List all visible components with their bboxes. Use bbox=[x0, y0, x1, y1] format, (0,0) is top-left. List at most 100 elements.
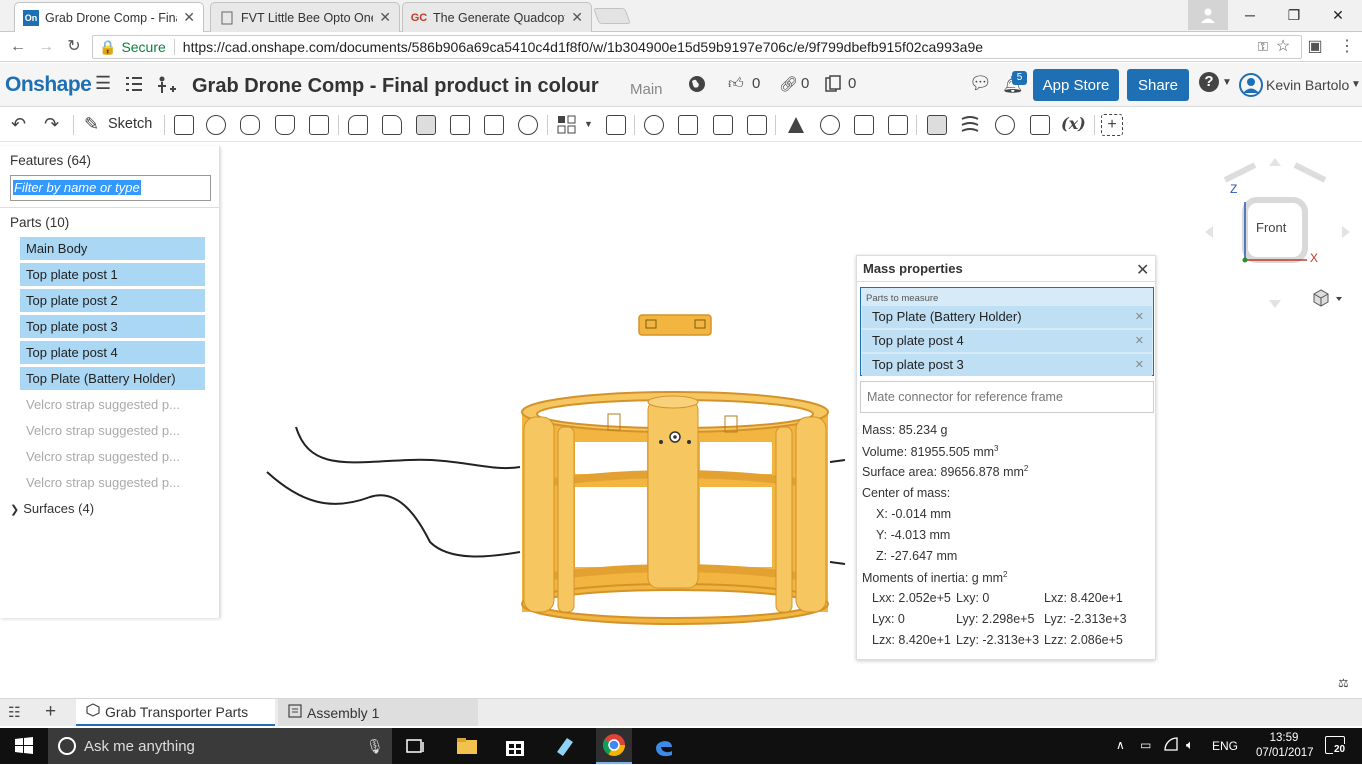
url-field[interactable]: 🔒 Secure https://cad.onshape.com/documen… bbox=[92, 35, 1302, 59]
parts-to-measure-field[interactable]: Parts to measure Top Plate (Battery Hold… bbox=[860, 287, 1154, 376]
branch-label[interactable]: Main bbox=[630, 81, 663, 98]
cortana-search-box[interactable]: Ask me anything 🎙︎ bbox=[48, 728, 392, 764]
chamfer-tool-icon[interactable] bbox=[382, 115, 402, 135]
browser-tab-fvt[interactable]: FVT Little Bee Opto One ✕ bbox=[210, 2, 400, 32]
onshape-logo[interactable]: Onshape bbox=[5, 73, 92, 97]
delete-face-tool-icon[interactable] bbox=[820, 115, 840, 135]
user-chevron-down-icon[interactable]: ▼ bbox=[1351, 79, 1361, 90]
delete-part-tool-icon[interactable] bbox=[747, 115, 767, 135]
measured-part-item[interactable]: Top plate post 3 ✕ bbox=[862, 354, 1152, 376]
chrome-menu-icon[interactable]: ⋮ bbox=[1336, 37, 1358, 57]
clock[interactable]: 13:59 07/01/2017 bbox=[1256, 731, 1314, 761]
close-tab-icon[interactable]: ✕ bbox=[183, 9, 195, 26]
redo-icon[interactable]: ↷ bbox=[44, 114, 59, 135]
close-tab-icon[interactable]: ✕ bbox=[379, 9, 391, 26]
view-cube[interactable]: Front Z X bbox=[1195, 150, 1360, 315]
windows-start-icon[interactable] bbox=[12, 734, 36, 758]
part-item[interactable]: Velcro strap suggested p... bbox=[20, 393, 205, 416]
modify-fillet-tool-icon[interactable] bbox=[786, 115, 806, 135]
helix-tool-icon[interactable] bbox=[960, 115, 980, 135]
thicken-tool-icon[interactable] bbox=[309, 115, 329, 135]
feature-list-icon[interactable] bbox=[124, 75, 144, 97]
document-title[interactable]: Grab Drone Comp - Final product in colou… bbox=[192, 75, 599, 98]
pattern-tool-icon[interactable] bbox=[557, 115, 577, 138]
plane-tool-icon[interactable] bbox=[927, 115, 947, 135]
filter-input[interactable]: Filter by name or type bbox=[10, 175, 211, 201]
remove-part-icon[interactable]: ✕ bbox=[1135, 306, 1144, 328]
restore-icon[interactable]: ❐ bbox=[1272, 0, 1316, 30]
copy-icon[interactable] bbox=[825, 75, 841, 97]
graphics-viewport[interactable] bbox=[220, 142, 1362, 698]
globe-icon[interactable] bbox=[688, 75, 706, 98]
tab-list-icon[interactable]: ☷ bbox=[8, 704, 21, 721]
part-item[interactable]: Top plate post 3 bbox=[20, 315, 205, 338]
avatar[interactable] bbox=[1239, 73, 1263, 101]
browser-tab-onshape[interactable]: On Grab Drone Comp - Fina ✕ bbox=[14, 2, 204, 32]
battery-icon[interactable]: ▭ bbox=[1140, 738, 1151, 752]
app-icon[interactable] bbox=[553, 734, 577, 758]
file-explorer-icon[interactable] bbox=[455, 734, 479, 758]
rib-tool-icon[interactable] bbox=[450, 115, 470, 135]
microphone-icon[interactable]: 🎙︎ bbox=[366, 738, 384, 755]
replace-face-tool-icon[interactable] bbox=[888, 115, 908, 135]
task-view-icon[interactable] bbox=[404, 734, 428, 758]
browser-tab-generate[interactable]: GC The Generate Quadcopte ✕ bbox=[402, 2, 592, 32]
measured-part-item[interactable]: Top plate post 4 ✕ bbox=[862, 330, 1152, 352]
app-store-button[interactable]: App Store bbox=[1033, 69, 1119, 101]
like-icon[interactable]: 👍︎ bbox=[728, 75, 744, 93]
insert-icon[interactable] bbox=[157, 75, 177, 99]
close-window-icon[interactable]: ✕ bbox=[1316, 0, 1360, 30]
show-hidden-icons-icon[interactable]: ∧ bbox=[1116, 738, 1125, 752]
store-icon[interactable] bbox=[503, 734, 527, 758]
split-tool-icon[interactable] bbox=[678, 115, 698, 135]
add-tab-icon[interactable]: + bbox=[45, 701, 56, 723]
sketch-button[interactable]: Sketch bbox=[108, 116, 152, 132]
view-cube-face-label[interactable]: Front bbox=[1256, 220, 1286, 235]
chevron-right-icon[interactable]: ❯ bbox=[10, 504, 19, 516]
part-item[interactable]: Velcro strap suggested p... bbox=[20, 445, 205, 468]
volume-icon[interactable]: 🔈︎ bbox=[1186, 737, 1194, 753]
user-name[interactable]: Kevin Bartolo bbox=[1266, 77, 1349, 93]
edge-icon[interactable] bbox=[652, 734, 676, 758]
variable-tool-button[interactable]: (x) bbox=[1061, 114, 1086, 133]
close-tab-icon[interactable]: ✕ bbox=[571, 9, 583, 26]
tab-assembly-1[interactable]: Assembly 1 bbox=[278, 699, 478, 726]
move-face-tool-icon[interactable] bbox=[854, 115, 874, 135]
key-icon[interactable]: ⚿ bbox=[1252, 37, 1274, 57]
draft-tool-icon[interactable] bbox=[416, 115, 436, 135]
units-icon[interactable]: ⚖ bbox=[1338, 676, 1349, 690]
chrome-icon[interactable] bbox=[596, 728, 632, 764]
add-custom-feature-icon[interactable]: + bbox=[1101, 114, 1123, 136]
part-item[interactable]: Velcro strap suggested p... bbox=[20, 471, 205, 494]
new-tab-button[interactable] bbox=[593, 8, 631, 24]
share-button[interactable]: Share bbox=[1127, 69, 1189, 101]
wifi-icon[interactable] bbox=[1164, 737, 1178, 754]
mate-connector-field[interactable]: Mate connector for reference frame bbox=[860, 381, 1154, 413]
minimize-icon[interactable]: ─ bbox=[1228, 0, 1272, 30]
pattern-chevron-down-icon[interactable]: ▼ bbox=[584, 119, 593, 129]
profile-icon[interactable] bbox=[1188, 0, 1228, 30]
part-item[interactable]: Top Plate (Battery Holder) bbox=[20, 367, 205, 390]
part-item[interactable]: Velcro strap suggested p... bbox=[20, 419, 205, 442]
fillet-tool-icon[interactable] bbox=[348, 115, 368, 135]
reload-icon[interactable]: ↻ bbox=[63, 37, 85, 57]
revolve-tool-icon[interactable] bbox=[206, 115, 226, 135]
undo-icon[interactable]: ↶ bbox=[11, 114, 26, 135]
sweep-tool-icon[interactable] bbox=[240, 115, 260, 135]
part-item[interactable]: Top plate post 4 bbox=[20, 341, 205, 364]
menu-icon[interactable]: ☰ bbox=[95, 73, 111, 94]
hole-tool-icon[interactable] bbox=[518, 115, 538, 135]
link-icon[interactable]: 🔗︎ bbox=[779, 75, 798, 93]
loft-tool-icon[interactable] bbox=[275, 115, 295, 135]
bookmark-star-icon[interactable]: ☆ bbox=[1272, 37, 1294, 57]
close-icon[interactable]: ✕ bbox=[1136, 260, 1149, 280]
remove-part-icon[interactable]: ✕ bbox=[1135, 354, 1144, 376]
forward-icon[interactable]: → bbox=[35, 37, 57, 57]
shell-tool-icon[interactable] bbox=[484, 115, 504, 135]
mate-connector-tool-icon[interactable] bbox=[995, 115, 1015, 135]
part-item[interactable]: Main Body bbox=[20, 237, 205, 260]
tab-grab-transporter-parts[interactable]: Grab Transporter Parts bbox=[76, 699, 275, 726]
help-icon[interactable]: ? bbox=[1199, 72, 1219, 92]
comments-icon[interactable]: 💬︎ bbox=[969, 73, 992, 94]
boolean-tool-icon[interactable] bbox=[644, 115, 664, 135]
